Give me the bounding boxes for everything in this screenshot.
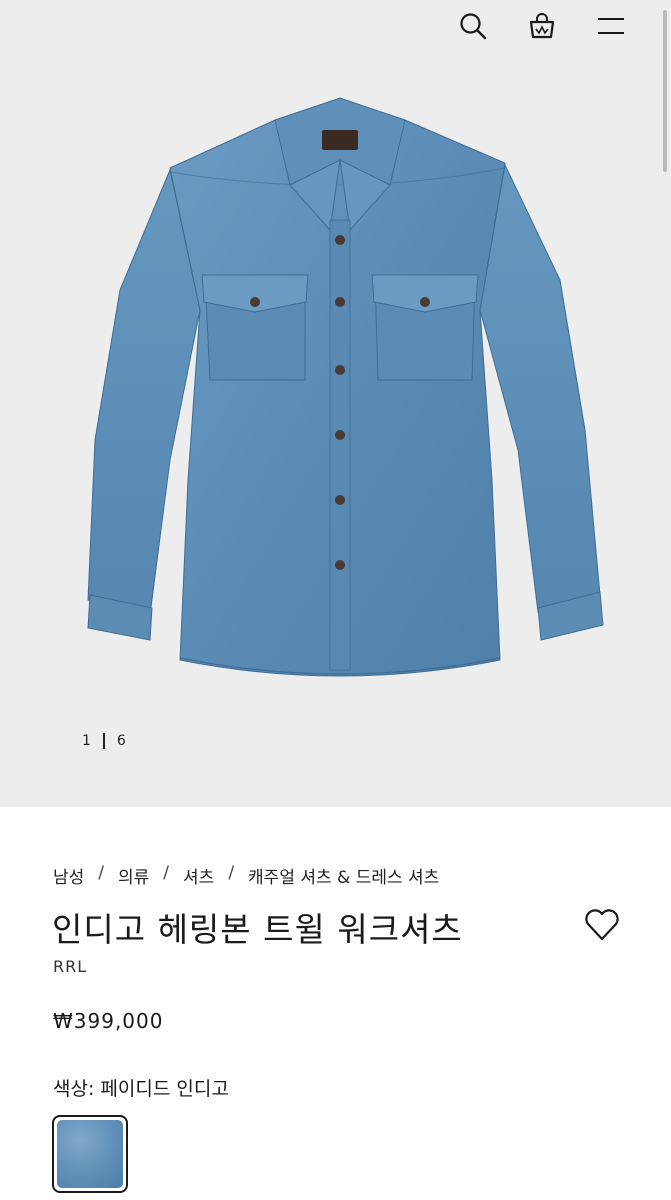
search-icon[interactable] [453, 6, 493, 46]
color-selection-label: 색상: 페이디드 인디고 [53, 1074, 229, 1101]
color-value: 페이디드 인디고 [100, 1078, 229, 1100]
hamburger-menu-icon[interactable] [591, 6, 631, 46]
scrollbar[interactable] [663, 10, 667, 172]
breadcrumb: 남성 / 의류 / 셔츠 / 캐주얼 셔츠 & 드레스 셔츠 [53, 863, 439, 888]
product-price: ₩399,000 [53, 1009, 164, 1033]
color-label: 색상: [53, 1078, 95, 1100]
breadcrumb-item-clothing[interactable]: 의류 [118, 863, 149, 888]
product-gallery[interactable]: 1 6 [0, 0, 671, 807]
product-info: 남성 / 의류 / 셔츠 / 캐주얼 셔츠 & 드레스 셔츠 인디고 헤링본 트… [0, 807, 671, 1200]
pager-divider [102, 733, 105, 749]
swatch-fabric-image [57, 1120, 123, 1188]
top-bar [0, 0, 671, 52]
breadcrumb-item-men[interactable]: 남성 [53, 863, 84, 888]
breadcrumb-item-casual-dress-shirts[interactable]: 캐주얼 셔츠 & 드레스 셔츠 [248, 863, 439, 888]
product-image [87, 97, 604, 677]
pager-current: 1 [82, 733, 91, 749]
breadcrumb-item-shirts[interactable]: 셔츠 [183, 863, 214, 888]
breadcrumb-separator: / [163, 863, 170, 883]
breadcrumb-separator: / [98, 863, 105, 883]
brand-name: RRL [53, 957, 88, 976]
product-title: 인디고 헤링본 트윌 워크셔츠 [52, 910, 463, 949]
gallery-pager: 1 6 [82, 730, 126, 752]
shopping-bag-icon[interactable] [522, 6, 562, 46]
color-swatch-faded-indigo[interactable] [52, 1115, 128, 1193]
pager-total: 6 [116, 733, 126, 749]
breadcrumb-separator: / [228, 863, 235, 883]
wishlist-heart-icon[interactable] [582, 905, 622, 945]
